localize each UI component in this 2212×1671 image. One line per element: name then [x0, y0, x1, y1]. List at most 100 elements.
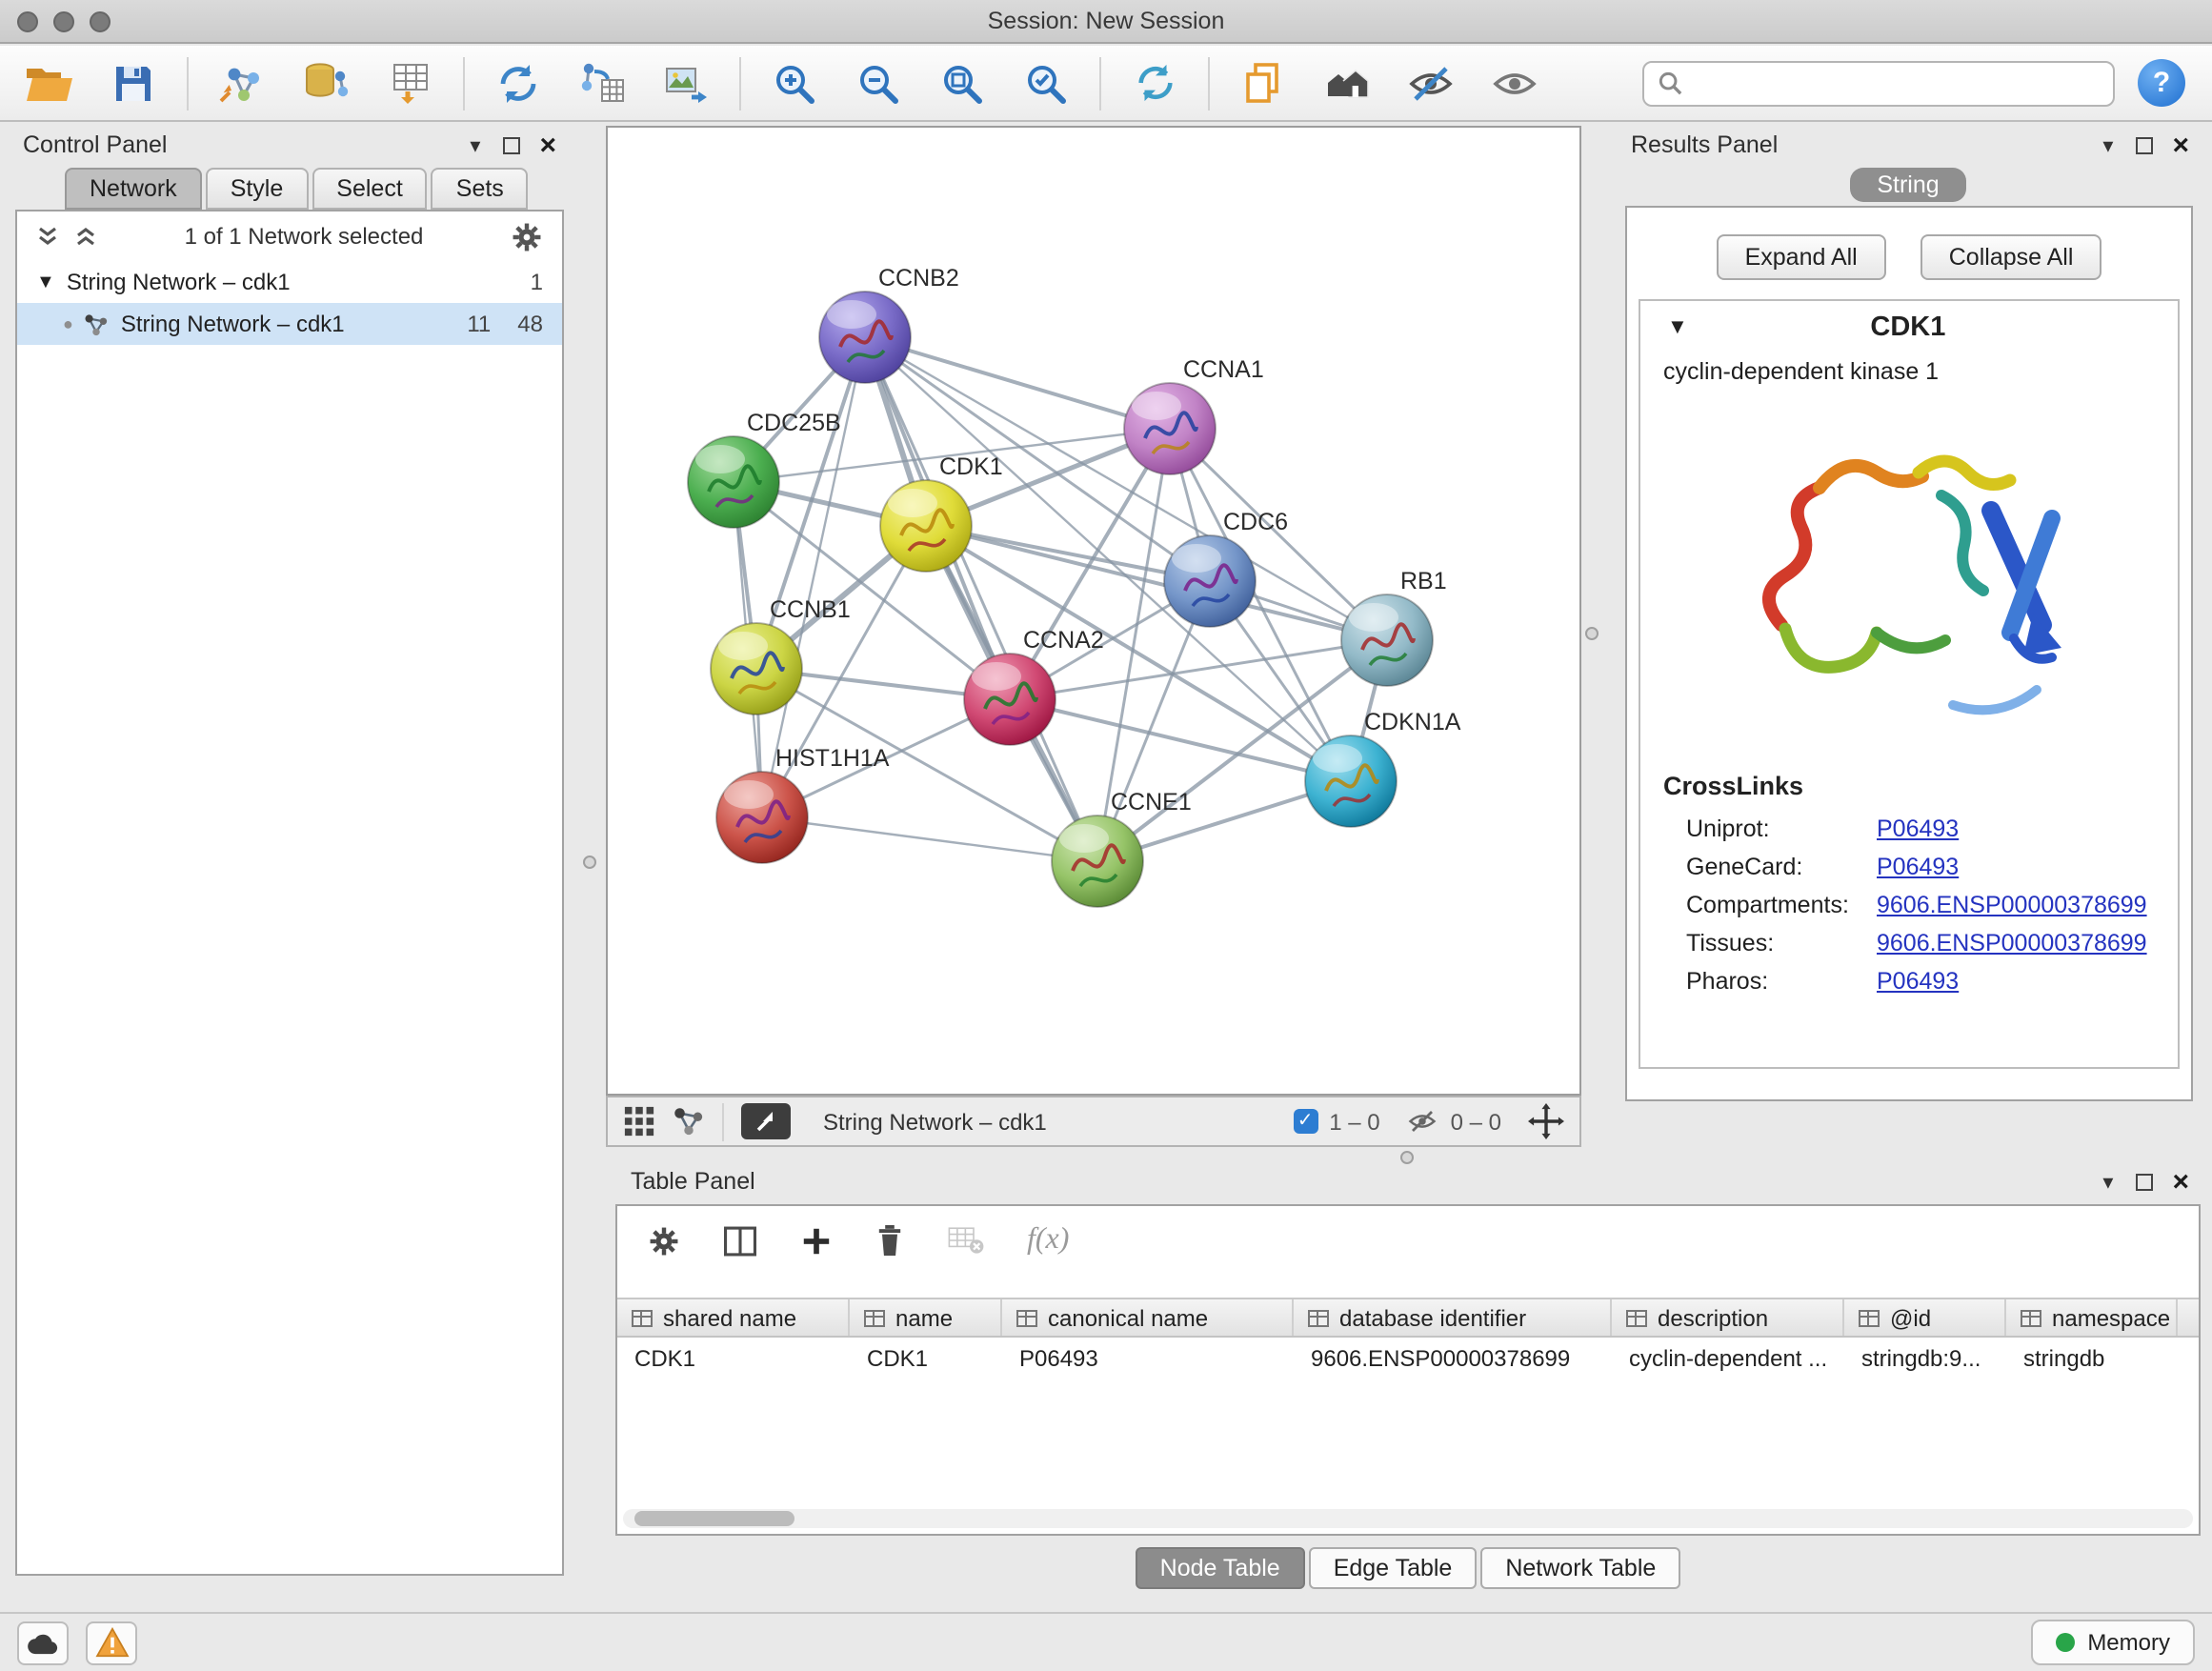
edge-hist1h1a-ccne1[interactable] [762, 817, 1097, 861]
network-node-rb1[interactable]: RB1 [1341, 568, 1447, 686]
scrollbar-thumb[interactable] [634, 1511, 794, 1526]
import-network-file-button[interactable] [211, 52, 272, 113]
cloud-button[interactable] [17, 1621, 69, 1664]
delete-column-icon[interactable] [875, 1223, 905, 1258]
open-file-button[interactable] [19, 52, 80, 113]
column-header-namespace[interactable]: namespace [2006, 1299, 2178, 1336]
hide-selected-button[interactable] [1400, 52, 1461, 113]
gear-icon[interactable] [511, 220, 543, 252]
column-header-id[interactable]: @id [1844, 1299, 2006, 1336]
crosslink-link[interactable]: 9606.ENSP00000378699 [1877, 930, 2147, 956]
zoom-fit-button[interactable] [932, 52, 993, 113]
collection-count: 1 [531, 269, 543, 295]
export-image-button[interactable] [655, 52, 716, 113]
pan-crosshair-icon[interactable] [1528, 1103, 1564, 1139]
table-settings-gear-icon[interactable] [648, 1224, 680, 1257]
gene-section-expander-icon[interactable]: ▼ [1667, 316, 1688, 339]
edge-ccna2-cdkn1a[interactable] [1010, 699, 1351, 781]
splitter-handle[interactable] [1585, 627, 1599, 640]
zoom-in-button[interactable] [764, 52, 825, 113]
collapse-all-button[interactable]: Collapse All [1920, 234, 2102, 280]
tab-sets[interactable]: Sets [432, 168, 529, 210]
string-tab-badge[interactable]: String [1850, 168, 1965, 202]
results-panel-close-icon[interactable]: × [2172, 131, 2189, 159]
import-network-file-icon [219, 60, 265, 106]
network-node-ccna1[interactable]: CCNA1 [1124, 356, 1264, 474]
birds-eye-view-button[interactable] [741, 1103, 791, 1139]
tree-expander-icon[interactable]: ▼ [36, 272, 55, 292]
control-panel-float-icon[interactable] [503, 136, 520, 153]
network-to-table-button[interactable] [572, 52, 633, 113]
tab-network[interactable]: Network [65, 168, 202, 210]
tab-node-table[interactable]: Node Table [1136, 1547, 1305, 1589]
column-header-description[interactable]: description [1612, 1299, 1844, 1336]
crosslink-link[interactable]: P06493 [1877, 815, 1959, 842]
memory-button[interactable]: Memory [2030, 1620, 2195, 1665]
splitter-handle[interactable] [583, 856, 596, 869]
expand-all-icon[interactable] [36, 225, 59, 248]
refresh-button[interactable] [1124, 52, 1185, 113]
crosslink-link[interactable]: P06493 [1877, 968, 1959, 995]
crosslink-row: GeneCard:P06493 [1640, 848, 2178, 886]
table-row[interactable]: CDK1CDK1P064939606.ENSP00000378699cyclin… [617, 1338, 2199, 1378]
edge-ccnb2-ccna1[interactable] [865, 337, 1170, 429]
network-graph[interactable]: CCNB2CCNA1CDC25BCDK1CDC6RB1CCNB1CCNA2CDK… [608, 128, 1579, 1094]
network-node-cdc25b[interactable]: CDC25B [688, 410, 841, 528]
warnings-button[interactable] [86, 1621, 137, 1664]
selected-checkbox-icon[interactable]: ✓ [1293, 1109, 1317, 1134]
help-button[interactable]: ? [2138, 59, 2185, 107]
grid-view-icon[interactable] [623, 1105, 655, 1137]
control-panel-close-icon[interactable]: × [539, 131, 556, 159]
crosslink-link[interactable]: P06493 [1877, 854, 1959, 880]
expand-all-button[interactable]: Expand All [1717, 234, 1886, 280]
gene-section: ▼ CDK1 cyclin-dependent kinase 1 [1639, 299, 2180, 1069]
results-panel-title: Results Panel [1616, 131, 1778, 158]
network-node-ccnb2[interactable]: CCNB2 [819, 265, 959, 383]
tab-network-table[interactable]: Network Table [1480, 1547, 1680, 1589]
collapse-all-icon[interactable] [74, 225, 97, 248]
table-horizontal-scrollbar[interactable] [623, 1509, 2193, 1528]
column-header-database-identifier[interactable]: database identifier [1294, 1299, 1612, 1336]
show-all-button[interactable] [1484, 52, 1545, 113]
selected-count: 1 – 0 [1329, 1108, 1379, 1135]
control-panel-menu-icon[interactable]: ▾ [470, 132, 480, 157]
import-table-button[interactable] [379, 52, 440, 113]
tab-style[interactable]: Style [206, 168, 309, 210]
zoom-out-button[interactable] [848, 52, 909, 113]
zoom-selected-button[interactable] [1016, 52, 1076, 113]
copy-documents-button[interactable] [1233, 52, 1294, 113]
tab-select[interactable]: Select [312, 168, 428, 210]
crosslink-row: Tissues:9606.ENSP00000378699 [1640, 924, 2178, 962]
edge-ccnb2-ccne1[interactable] [865, 337, 1097, 861]
table-panel-close-icon[interactable]: × [2172, 1167, 2189, 1196]
tab-edge-table[interactable]: Edge Table [1309, 1547, 1478, 1589]
table-panel-float-icon[interactable] [2136, 1173, 2153, 1190]
splitter-handle[interactable] [1400, 1151, 1414, 1164]
apply-layout-button[interactable] [488, 52, 549, 113]
column-header-canonical-name[interactable]: canonical name [1002, 1299, 1294, 1336]
network-row[interactable]: ● String Network – cdk1 11 48 [17, 303, 562, 345]
add-column-icon[interactable] [800, 1224, 833, 1257]
node-label: CDKN1A [1364, 709, 1461, 735]
table-panel-menu-icon[interactable]: ▾ [2102, 1169, 2113, 1194]
table-toolbar: f(x) [617, 1206, 2199, 1275]
search-input[interactable] [1692, 70, 2100, 96]
network-canvas[interactable]: CCNB2CCNA1CDC25BCDK1CDC6RB1CCNB1CCNA2CDK… [606, 126, 1581, 1096]
network-collection-label: String Network – cdk1 [67, 269, 291, 295]
network-view-icon[interactable] [673, 1105, 705, 1137]
save-session-button[interactable] [103, 52, 164, 113]
crosslink-link[interactable]: 9606.ENSP00000378699 [1877, 892, 2147, 918]
network-node-hist1h1a[interactable]: HIST1H1A [716, 745, 890, 863]
network-collection-row[interactable]: ▼ String Network – cdk1 1 [17, 261, 562, 303]
hidden-eye-icon[interactable] [1407, 1107, 1439, 1136]
results-panel-float-icon[interactable] [2136, 136, 2153, 153]
home-button[interactable] [1317, 52, 1377, 113]
import-network-database-button[interactable] [295, 52, 356, 113]
function-builder-button[interactable]: f(x) [1027, 1223, 1069, 1258]
network-node-cdk1[interactable]: CDK1 [880, 453, 1003, 572]
results-panel-menu-icon[interactable]: ▾ [2102, 132, 2113, 157]
column-header-name[interactable]: name [850, 1299, 1002, 1336]
network-node-cdkn1a[interactable]: CDKN1A [1305, 709, 1461, 827]
column-header-shared-name[interactable]: shared name [617, 1299, 850, 1336]
show-columns-icon[interactable] [722, 1224, 758, 1257]
